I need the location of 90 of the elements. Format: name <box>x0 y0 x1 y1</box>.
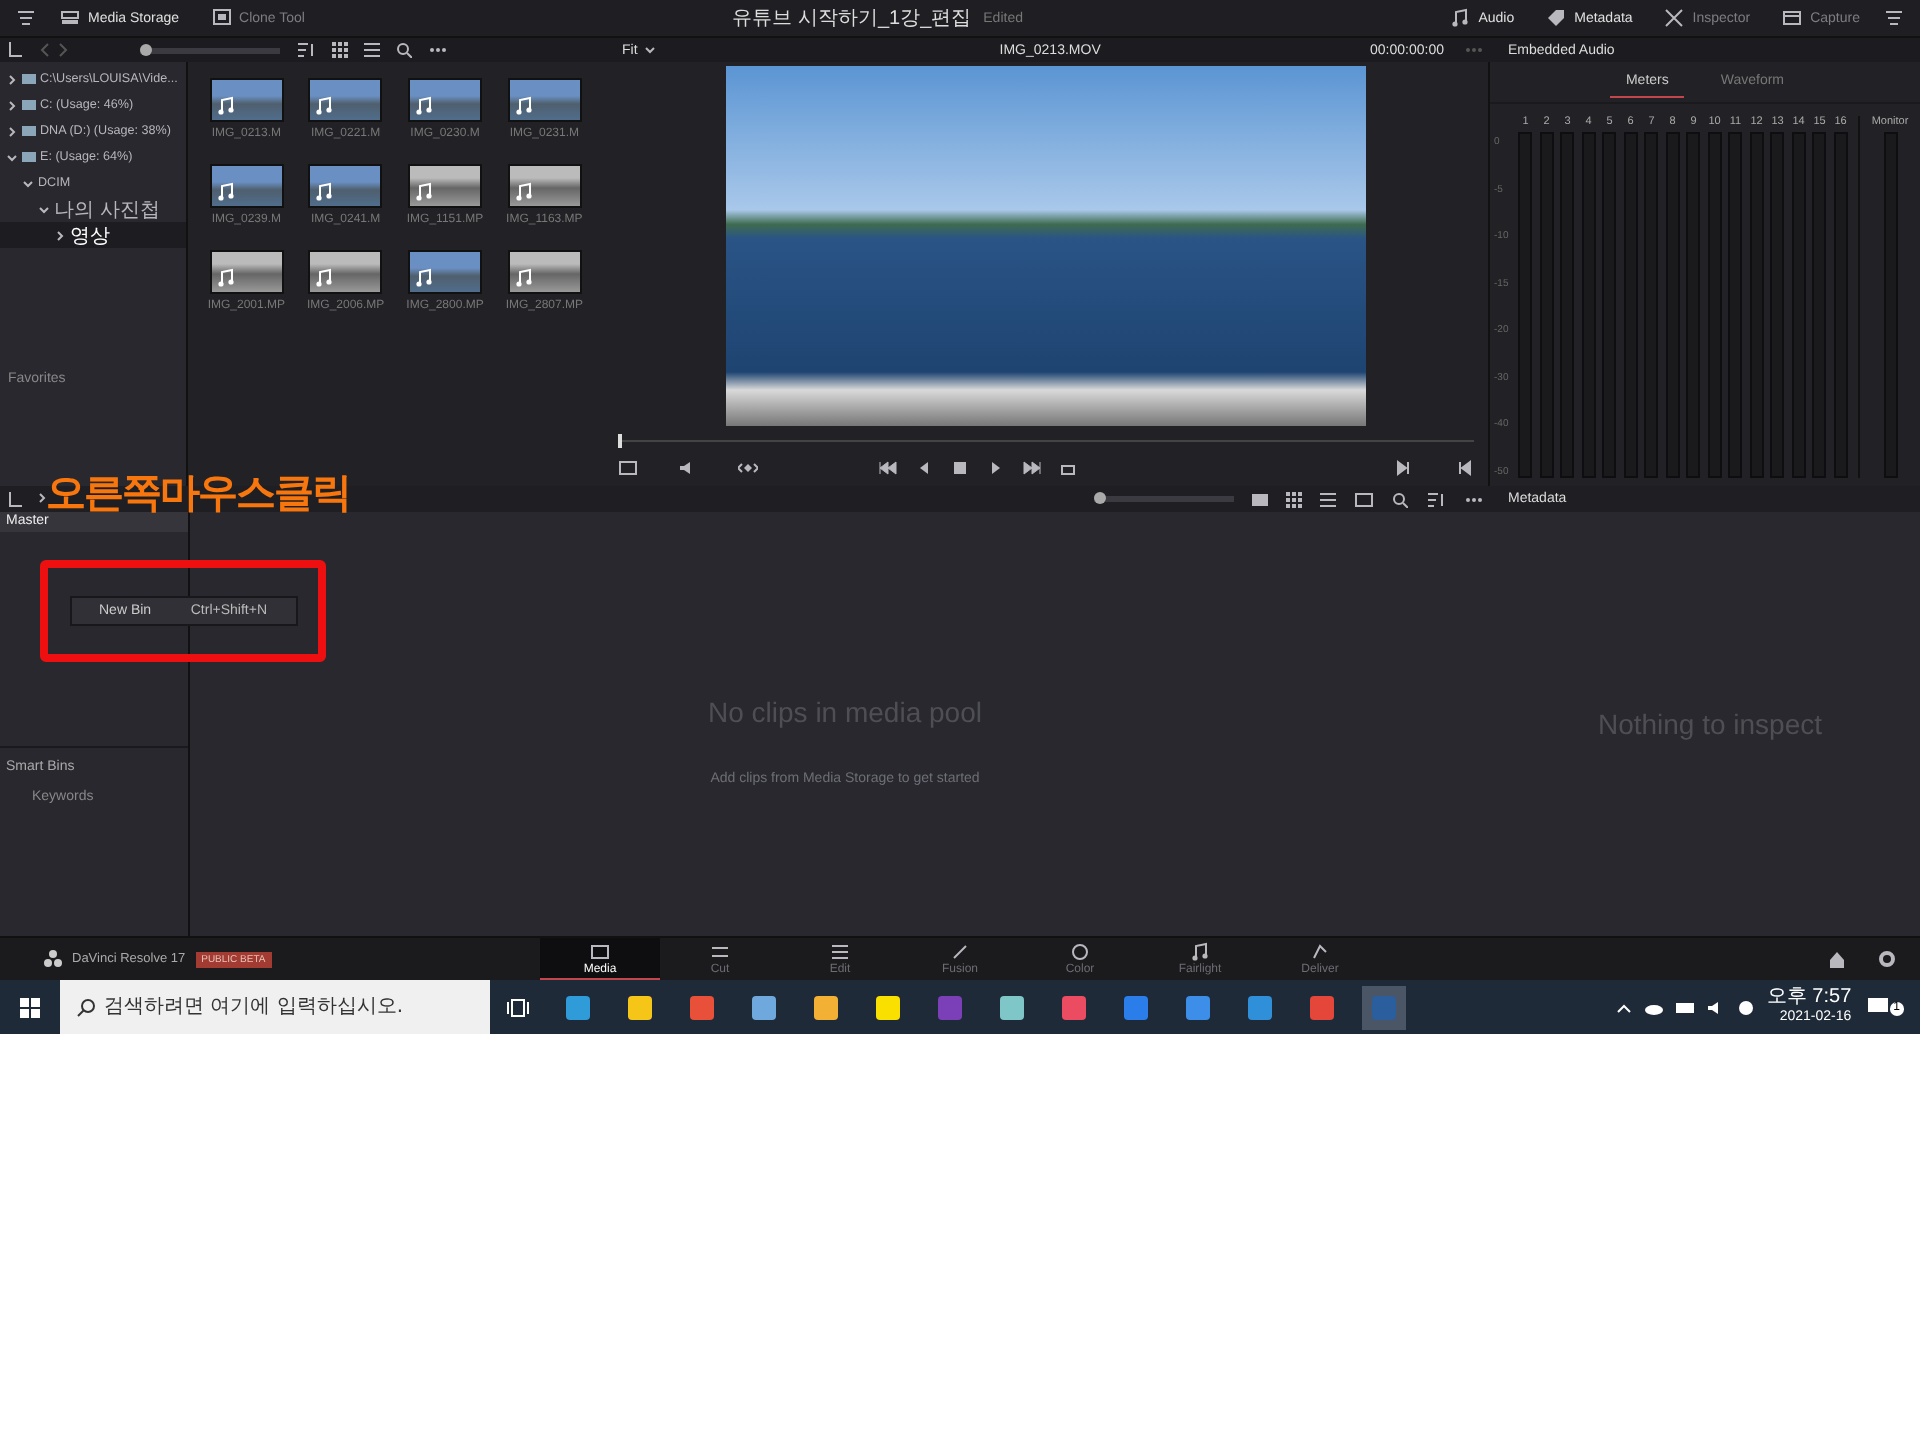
clip-thumbnail[interactable] <box>209 78 284 122</box>
sort-icon[interactable] <box>1426 491 1446 507</box>
lines-icon <box>830 942 850 962</box>
sidebar-icon[interactable] <box>8 42 24 58</box>
app-icon[interactable] <box>626 993 654 1021</box>
app-icon[interactable] <box>750 993 778 1021</box>
monitor-icon <box>590 941 610 961</box>
clip-thumbnail[interactable] <box>507 164 582 208</box>
clip-thumbnail[interactable] <box>308 164 383 208</box>
mark-out-icon[interactable] <box>1453 460 1473 476</box>
grid-view-icon[interactable] <box>332 42 348 58</box>
music-note-icon <box>414 182 435 202</box>
mark-in-icon[interactable] <box>1393 460 1413 476</box>
search-icon <box>76 998 96 1018</box>
music-note-icon <box>314 268 335 288</box>
search-icon[interactable] <box>1392 491 1408 507</box>
clip-thumbnail[interactable] <box>507 250 582 294</box>
music-note-icon <box>314 182 335 202</box>
clip-thumbnail[interactable] <box>408 250 483 294</box>
project-title: 유튜브 시작하기_1강_편집 <box>732 6 972 32</box>
clip-thumbnail[interactable] <box>408 164 483 208</box>
grid-view-icon[interactable] <box>1286 491 1302 507</box>
music-note-icon <box>1190 942 1210 962</box>
scissors-icon <box>1664 8 1685 28</box>
music-note-icon <box>513 96 534 116</box>
search-field[interactable]: 검색하려면 여기에 입력하십시오. <box>60 980 490 1034</box>
folder-tree-item[interactable]: 나의 사진첩 <box>0 196 187 222</box>
windows-start-icon[interactable] <box>20 997 40 1017</box>
pen-icon <box>950 942 970 962</box>
clip-thumbnail[interactable] <box>507 78 582 122</box>
chevron-up-icon[interactable] <box>1616 999 1633 1015</box>
skip-back-icon[interactable] <box>877 460 897 476</box>
folder-tree-item[interactable]: 영상 <box>0 222 187 248</box>
clip-thumbnail[interactable] <box>308 78 383 122</box>
app-icon[interactable] <box>812 993 840 1021</box>
chevron-down-icon <box>643 44 656 56</box>
search-icon[interactable] <box>396 42 412 58</box>
clone-icon <box>211 8 232 28</box>
list-view-icon[interactable] <box>1320 491 1336 507</box>
circle-icon <box>1070 942 1090 962</box>
frame-icon[interactable] <box>617 460 637 476</box>
music-note-icon <box>215 268 236 288</box>
storage-icon <box>60 8 80 28</box>
tag-icon <box>1546 8 1567 28</box>
loop-icon[interactable] <box>1057 460 1077 476</box>
music-note-icon <box>215 182 236 202</box>
app-icon[interactable] <box>874 993 902 1021</box>
sort-icon[interactable] <box>296 42 316 58</box>
sidebar-icon[interactable] <box>8 491 24 507</box>
clip-thumbnail[interactable] <box>209 164 284 208</box>
music-note-icon <box>314 96 335 116</box>
rectangle-icon[interactable] <box>1354 491 1374 507</box>
music-note-icon <box>414 96 435 116</box>
clip-thumbnail[interactable] <box>209 250 284 294</box>
stop-icon[interactable] <box>949 460 969 476</box>
slider-thumb[interactable] <box>1094 492 1106 504</box>
annotation-text: 오른쪽마우스클릭 <box>46 466 350 516</box>
battery-icon[interactable] <box>1676 999 1697 1015</box>
chevron-icon <box>38 203 50 215</box>
skip-forward-icon[interactable] <box>1021 460 1041 476</box>
menu-icon[interactable] <box>1884 8 1904 28</box>
menu-icon[interactable] <box>16 8 36 28</box>
chevron-icon <box>54 229 66 241</box>
list-view-icon[interactable] <box>364 42 380 58</box>
music-note-icon <box>1450 8 1471 28</box>
chevron-icon <box>6 73 18 85</box>
chevron-icon <box>6 125 18 137</box>
app-icon[interactable] <box>564 993 592 1021</box>
chevron-icon <box>22 177 34 189</box>
music-note-icon <box>215 96 236 116</box>
more-icon[interactable] <box>428 42 448 58</box>
settings-icon[interactable] <box>1878 950 1896 968</box>
slider-thumb[interactable] <box>140 43 152 55</box>
lines-icon <box>710 942 730 962</box>
rectangle-icon <box>1782 8 1803 28</box>
music-note-icon <box>513 182 534 202</box>
home-icon[interactable] <box>1828 950 1846 968</box>
app-logo-icon <box>44 950 62 968</box>
filmstrip-icon[interactable] <box>1252 491 1268 507</box>
clip-thumbnail[interactable] <box>408 78 483 122</box>
task-view-icon[interactable] <box>506 995 530 1019</box>
chevron-icon[interactable] <box>36 491 48 503</box>
music-note-icon <box>513 268 534 288</box>
cloud-icon[interactable] <box>1644 999 1665 1015</box>
music-note-icon <box>414 268 435 288</box>
chevron-icon <box>6 151 18 163</box>
chevron-icon <box>6 99 18 111</box>
keyframe-nav-icon[interactable] <box>737 460 757 476</box>
clip-thumbnail[interactable] <box>308 250 383 294</box>
app-icon[interactable] <box>998 993 1026 1021</box>
